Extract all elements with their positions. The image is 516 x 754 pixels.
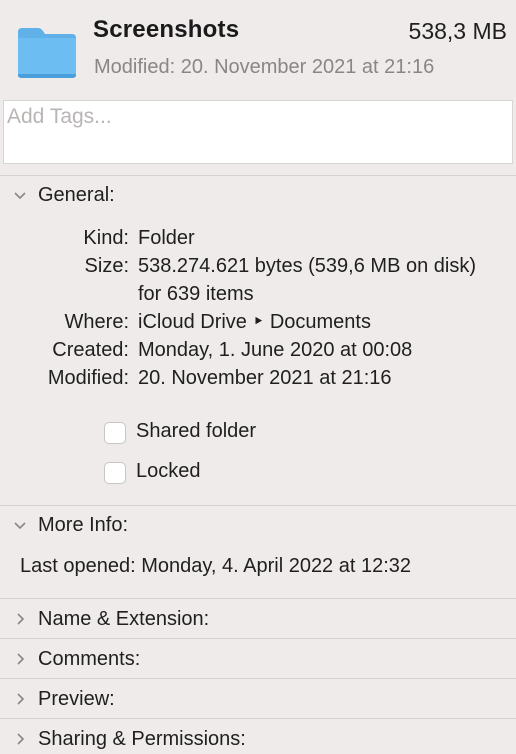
tags-field[interactable]: Add Tags... (3, 100, 513, 164)
divider (0, 175, 516, 176)
item-modified: Modified: 20. November 2021 at 21:16 (94, 56, 435, 78)
section-preview-toggle[interactable]: Preview: (0, 684, 516, 716)
chevron-right-icon (17, 733, 25, 745)
divider (0, 718, 516, 719)
chevron-right-icon (17, 653, 25, 665)
divider (0, 678, 516, 679)
section-name-extension-label: Name & Extension: (38, 608, 210, 630)
section-general-toggle[interactable]: General: (0, 180, 516, 212)
general-where-key: Where: (64, 311, 129, 333)
general-modified-key: Modified: (47, 367, 129, 389)
shared-folder-checkbox[interactable] (104, 422, 126, 444)
general-size-key: Size: (84, 255, 129, 277)
general-modified-value: 20. November 2021 at 21:16 (138, 367, 392, 389)
folder-icon (18, 28, 76, 78)
section-more-info-toggle[interactable]: More Info: (0, 510, 516, 542)
tags-placeholder: Add Tags... (7, 105, 112, 128)
section-sharing-permissions-label: Sharing & Permissions: (38, 728, 246, 750)
last-opened-text: Last opened: Monday, 4. April 2022 at 12… (20, 555, 412, 577)
general-created-value: Monday, 1. June 2020 at 00:08 (138, 339, 413, 361)
section-name-extension-toggle[interactable]: Name & Extension: (0, 604, 516, 636)
section-sharing-permissions-toggle[interactable]: Sharing & Permissions: (0, 722, 516, 754)
general-kind-key: Kind: (83, 227, 129, 249)
locked-label: Locked (136, 460, 201, 482)
shared-folder-label: Shared folder (136, 420, 257, 442)
divider (0, 638, 516, 639)
info-header: Screenshots 538,3 MB Modified: 20. Novem… (0, 0, 516, 100)
section-comments-toggle[interactable]: Comments: (0, 644, 516, 676)
section-more-info-label: More Info: (38, 514, 129, 536)
general-kind-value: Folder (138, 227, 195, 249)
chevron-down-icon (14, 522, 26, 530)
item-title: Screenshots (93, 16, 240, 43)
general-where-value: iCloud Drive ‣ Documents (138, 311, 371, 333)
chevron-right-icon (17, 613, 25, 625)
item-size: 538,3 MB (408, 18, 507, 44)
section-general-label: General: (38, 184, 115, 206)
locked-checkbox[interactable] (104, 462, 126, 484)
general-created-key: Created: (52, 339, 129, 361)
section-comments-label: Comments: (38, 648, 141, 670)
chevron-right-icon (17, 693, 25, 705)
general-size-value: 538.274.621 bytes (539,6 MB on disk) for… (138, 255, 476, 305)
divider (0, 505, 516, 506)
chevron-down-icon (14, 192, 26, 200)
divider (0, 598, 516, 599)
section-preview-label: Preview: (38, 688, 115, 710)
